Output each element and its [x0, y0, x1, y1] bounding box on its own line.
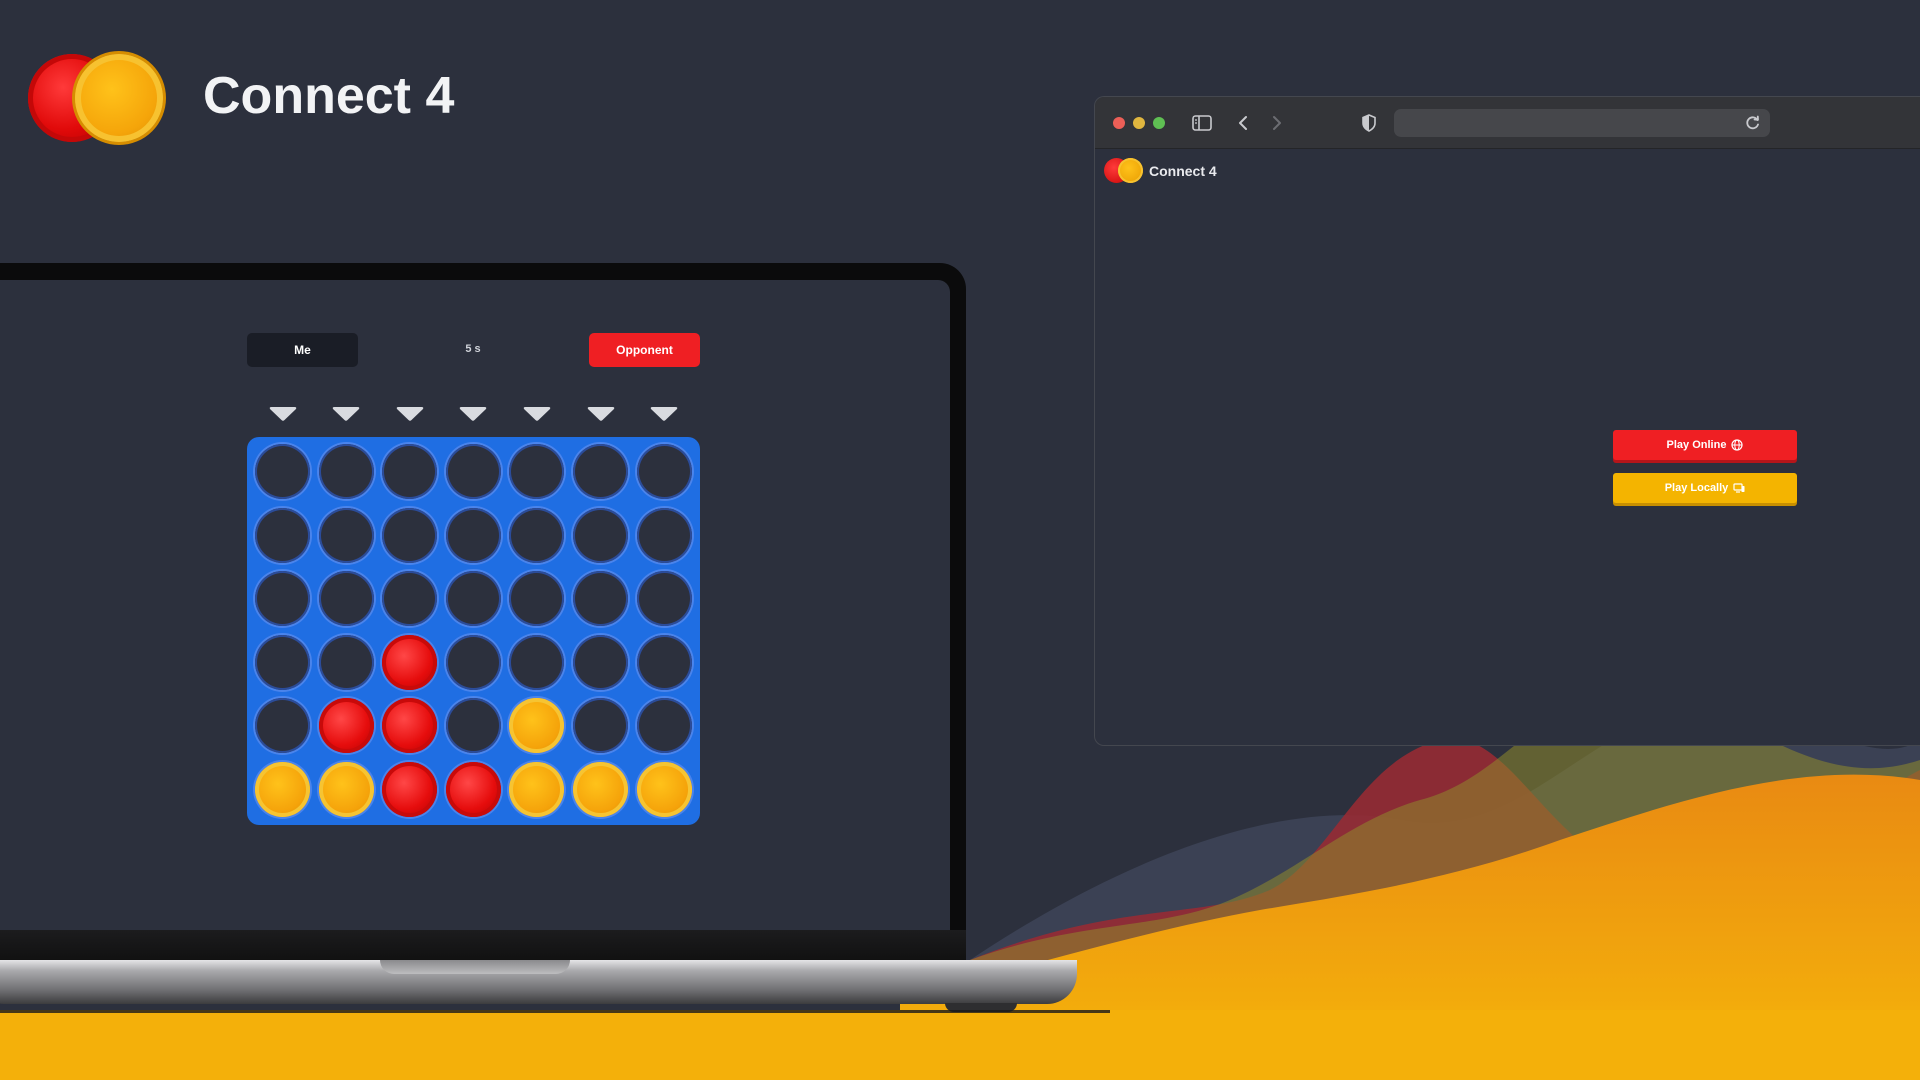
board-cell-empty[interactable]	[636, 571, 692, 627]
laptop-notch	[380, 960, 570, 974]
board-cell-empty[interactable]	[445, 571, 501, 627]
board-cell-empty[interactable]	[573, 507, 628, 563]
app-logo-small	[1104, 157, 1144, 185]
board-cell-empty[interactable]	[255, 444, 310, 499]
drop-column-5-arrow-icon[interactable]	[522, 406, 552, 422]
close-window-button[interactable]	[1113, 117, 1125, 129]
app-logo	[28, 52, 164, 142]
browser-toolbar	[1095, 97, 1920, 149]
player-opponent-badge: Opponent	[589, 333, 700, 367]
browser-window: Connect 4 Play Online Play Locally	[1094, 96, 1920, 746]
laptop-screen: Me 5 s Opponent	[0, 280, 950, 930]
board-cell-empty[interactable]	[318, 444, 374, 499]
board-cell-empty[interactable]	[255, 571, 310, 627]
shield-icon[interactable]	[1357, 111, 1381, 135]
minimize-window-button[interactable]	[1133, 117, 1145, 129]
laptop-chin	[0, 930, 966, 960]
play-locally-button[interactable]: Play Locally	[1613, 473, 1797, 503]
app-title: Connect 4	[203, 67, 455, 125]
board-cell-empty[interactable]	[255, 507, 310, 563]
sidebar-icon[interactable]	[1190, 111, 1214, 135]
board-cell-empty[interactable]	[573, 444, 628, 499]
board-cell-empty[interactable]	[382, 507, 438, 563]
board-cell-yellow[interactable]	[509, 698, 565, 754]
player-me-badge: Me	[247, 333, 358, 367]
board-cell-empty[interactable]	[318, 634, 374, 690]
board-cell-empty[interactable]	[445, 698, 501, 754]
board-cell-empty[interactable]	[509, 634, 565, 690]
board-cell-empty[interactable]	[509, 507, 565, 563]
yellow-disc-icon	[1118, 158, 1143, 183]
board-cell-empty[interactable]	[573, 634, 628, 690]
url-bar[interactable]	[1394, 109, 1770, 137]
board-cell-empty[interactable]	[636, 698, 692, 754]
drop-column-3-arrow-icon[interactable]	[395, 406, 425, 422]
board-cell-empty[interactable]	[255, 634, 310, 690]
board-cell-red[interactable]	[445, 762, 501, 817]
yellow-disc-icon	[75, 54, 163, 142]
drop-column-7-arrow-icon[interactable]	[649, 406, 679, 422]
board-cell-red[interactable]	[382, 698, 438, 754]
board-cell-empty[interactable]	[318, 571, 374, 627]
board-cell-empty[interactable]	[255, 698, 310, 754]
board-cell-empty[interactable]	[382, 571, 438, 627]
board-cell-empty[interactable]	[573, 571, 628, 627]
board-cell-empty[interactable]	[636, 634, 692, 690]
drop-column-6-arrow-icon[interactable]	[586, 406, 616, 422]
game-board	[247, 437, 700, 825]
board-cell-empty[interactable]	[636, 444, 692, 499]
forward-icon[interactable]	[1265, 111, 1289, 135]
board-cell-empty[interactable]	[509, 444, 565, 499]
board-cell-yellow[interactable]	[255, 762, 310, 817]
board-cell-empty[interactable]	[445, 634, 501, 690]
board-cell-yellow[interactable]	[573, 762, 628, 817]
laptop-shadow	[0, 1010, 1110, 1013]
maximize-window-button[interactable]	[1153, 117, 1165, 129]
board-cell-red[interactable]	[382, 634, 438, 690]
play-online-label: Play Online	[1666, 439, 1727, 451]
board-cell-empty[interactable]	[636, 507, 692, 563]
devices-icon	[1733, 483, 1745, 493]
globe-icon	[1731, 439, 1744, 451]
board-cell-empty[interactable]	[318, 507, 374, 563]
board-cell-empty[interactable]	[445, 444, 501, 499]
board-cell-red[interactable]	[318, 698, 374, 754]
board-cell-empty[interactable]	[509, 571, 565, 627]
drop-column-1-arrow-icon[interactable]	[268, 406, 298, 422]
drop-column-4-arrow-icon[interactable]	[458, 406, 488, 422]
board-cell-empty[interactable]	[445, 507, 501, 563]
board-cell-empty[interactable]	[573, 698, 628, 754]
back-icon[interactable]	[1231, 111, 1255, 135]
board-cell-yellow[interactable]	[509, 762, 565, 817]
play-locally-label: Play Locally	[1664, 482, 1729, 494]
board-cell-yellow[interactable]	[636, 762, 692, 817]
board-cell-yellow[interactable]	[318, 762, 374, 817]
drop-column-2-arrow-icon[interactable]	[331, 406, 361, 422]
play-online-button[interactable]: Play Online	[1613, 430, 1797, 460]
page-title: Connect 4	[1149, 163, 1217, 179]
board-cell-empty[interactable]	[382, 444, 438, 499]
turn-timer: 5 s	[465, 343, 481, 355]
board-cell-red[interactable]	[382, 762, 438, 817]
reload-icon[interactable]	[1742, 112, 1764, 134]
